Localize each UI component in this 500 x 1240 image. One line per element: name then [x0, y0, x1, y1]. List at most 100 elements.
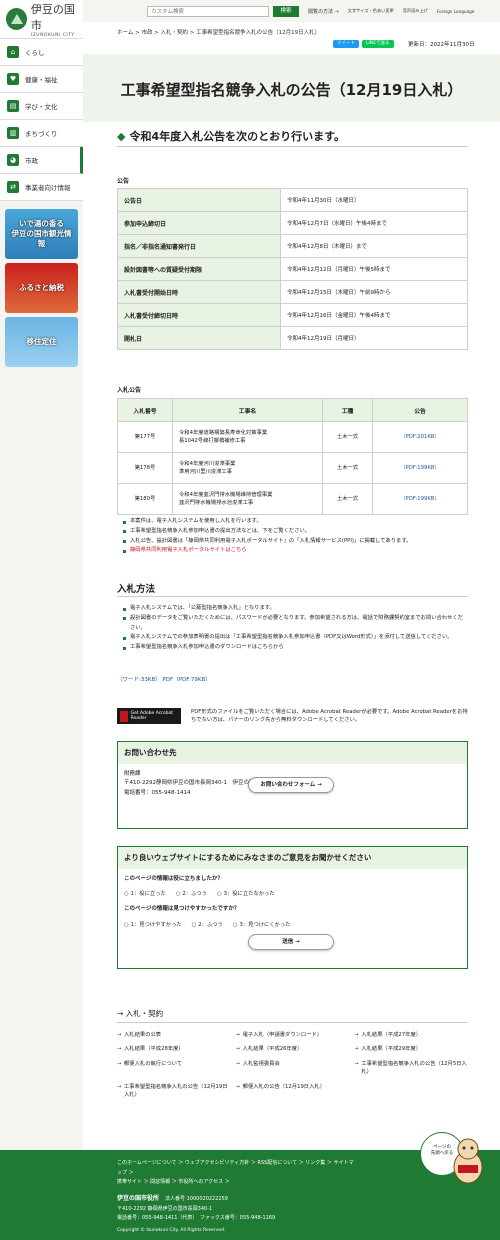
page-title: 工事希望型指名競争入札の公告（12月19日入札）: [120, 81, 463, 99]
site-logo[interactable]: 伊豆の国市 IZUNOKUNI CITY: [0, 0, 83, 38]
list-item: 入札公告、設計図書は「静岡県共同利用電子入札ポータルサイト」の「入札情報サービス…: [122, 537, 411, 547]
section-heading: 入札方法: [117, 584, 156, 595]
related-link[interactable]: 工事希望型指名競争入札の公告（12月5日入札）: [354, 1060, 468, 1077]
radio-normal[interactable]: 2：ふつう: [176, 890, 207, 899]
breadcrumb[interactable]: ホーム > 市政 > 入札・契約 > 工事希望型指名競争入札の公告（12月19日…: [117, 28, 320, 36]
survey-question-2: このページの情報は見つけやすかったですか？: [124, 906, 240, 913]
bid-type: 土木一式: [322, 483, 373, 515]
row-key: 公告日: [117, 188, 281, 212]
table-row: 参加申込締切日 令和4年12月7日（水曜日）午後4時まで: [117, 211, 468, 235]
bid-no: 第178号: [117, 452, 173, 484]
radio-not-useful[interactable]: 3：役に立たなかった: [217, 890, 275, 899]
bid-no: 第180号: [117, 483, 173, 515]
bid-pdf-link[interactable]: （PDF:201KB）: [372, 421, 468, 453]
list-item: 工事希望型指名競争入札参加申込書の提出方法などは、下をご覧ください。: [122, 527, 411, 537]
search-input[interactable]: カスタム検索: [147, 5, 269, 17]
house-icon: ⌂: [7, 46, 19, 58]
row-value: 令和4年12月19日（月曜日）: [280, 326, 468, 350]
table-row: 設計図書等への質疑受付期限 令和4年12月12日（月曜日）午後5時まで: [117, 257, 468, 281]
related-heading[interactable]: → 入札・契約: [117, 1008, 163, 1019]
notice-table: 公告日 令和4年11月30日（水曜日） 参加申込締切日 令和4年12月7日（水曜日）午…: [117, 188, 468, 350]
diamond-icon: ◆: [117, 130, 126, 143]
bid-name: 令和4年度韮沢門排水機場維持管理事業 韮沢門排水機場排水池浚渫工事: [172, 483, 323, 515]
bid-type: 土木一式: [322, 452, 373, 484]
site-name: 伊豆の国市: [30, 2, 75, 32]
radio-normal-2[interactable]: 2：ふつう: [192, 921, 223, 930]
copyright: Copyright © Izunokuni City. All Rights R…: [117, 1228, 226, 1233]
nav-item-town[interactable]: ▥ まちづくり: [0, 120, 83, 147]
nav-item-shisei[interactable]: ◕ 市政: [0, 147, 83, 174]
footer-links[interactable]: このホームページについて ＞ ウェブアクセシビリティ方針 ＞ RSS配信について…: [117, 1159, 357, 1188]
banner-furusato[interactable]: ふるさと納税: [5, 263, 78, 313]
related-link[interactable]: 入札監視委員会: [236, 1060, 350, 1077]
building-icon: ▥: [7, 127, 19, 139]
foreign-language-link[interactable]: Foreign Language: [437, 9, 475, 14]
updated-date: 更新日：2022年11月30日: [408, 42, 475, 48]
col-header: 公告: [372, 398, 468, 422]
survey-question-1: このページの情報は役に立ちましたか？: [124, 876, 223, 882]
radio-useful[interactable]: 1：役に立った: [124, 890, 166, 899]
contact-title: お問い合わせ先: [118, 742, 467, 764]
related-link[interactable]: 工事希望型指名競争入札の公告（12月19日入札）: [117, 1083, 231, 1100]
adobe-reader-banner[interactable]: Get Adobe Acrobat Reader: [117, 708, 181, 724]
row-value: 令和4年12月16日（金曜日）午後4時まで: [280, 303, 468, 327]
list-item: 本案件は、電子入札システムを使用し入札を行います。: [122, 517, 411, 527]
table-row: 公告日 令和4年11月30日（水曜日）: [117, 188, 468, 212]
download-links[interactable]: （ワード:33KB） PDF（PDF:79KB）: [117, 675, 211, 683]
line-button[interactable]: LINEで送る: [362, 40, 394, 48]
row-key: 設計図書等への質疑受付期限: [117, 257, 281, 281]
bid-type: 土木一式: [322, 421, 373, 453]
banner-tourism[interactable]: いで湯の香る 伊豆の国市観光情報: [5, 209, 78, 259]
bid-table: 入札番号 工事名 工種 公告 第177号 令和4年度道路構築長寿命化対策事業 長1…: [117, 398, 468, 515]
nav-item-learning[interactable]: ▤ 学び・文化: [0, 93, 83, 120]
divider: [117, 146, 468, 147]
radio-easy[interactable]: 1：見つけやすかった: [124, 921, 182, 930]
related-link[interactable]: 入札結果（平成26年度）: [236, 1045, 350, 1053]
footer-org: 伊豆の国市役所 法人番号 1000020222259 〒410-2292 静岡県伊…: [117, 1195, 276, 1221]
voice-link[interactable]: 音声読み上げ: [403, 8, 428, 14]
page-header: 工事希望型指名競争入札の公告（12月19日入札）: [83, 54, 500, 122]
text-size-link[interactable]: 文字サイズ・色あい変更: [348, 8, 394, 14]
related-link[interactable]: 郵便入札の公告（12月19日入札）: [236, 1083, 350, 1100]
bid-pdf-link[interactable]: （PDF:199KB）: [372, 452, 468, 484]
site-name-en: IZUNOKUNI CITY: [30, 32, 75, 38]
survey-title: より良いウェブサイトにするためにみなさまのご意見をお聞かせください: [118, 847, 467, 869]
mascot-icon: [453, 1138, 483, 1184]
nav-item-kurashi[interactable]: ⌂ くらし: [0, 39, 83, 66]
bid-name: 令和4年度河川浚渫事業 準用河川里川浚渫工事: [172, 452, 323, 484]
tweet-button[interactable]: ツイート: [333, 40, 359, 48]
contact-form-button[interactable]: お問い合わせフォーム →: [248, 777, 334, 793]
row-key: 指名／非指名通知書発行日: [117, 234, 281, 258]
notes-list: 本案件は、電子入札システムを使用し入札を行います。 工事希望型指名競争入札参加申…: [122, 517, 411, 556]
nav-item-business[interactable]: ⇄ 事業者向け情報: [0, 174, 83, 201]
submit-button[interactable]: 送信 →: [248, 934, 334, 950]
banner-iju[interactable]: 移住定住: [5, 317, 78, 367]
related-link[interactable]: 電子入札（申請書ダウンロード）: [236, 1031, 350, 1039]
bid-pdf-link[interactable]: （PDF:199KB）: [372, 483, 468, 515]
related-link[interactable]: 郵便入札の執行について: [117, 1060, 231, 1077]
list-item: 電子入札システムでの参加表明書の提出は「工事希望型指名競争入札参加申込書（PDF…: [123, 633, 466, 643]
pie-icon: ◕: [7, 154, 19, 166]
related-link[interactable]: 入札結果（平成28年度）: [117, 1045, 231, 1053]
browse-link[interactable]: 閲覧の方法 →: [308, 8, 339, 15]
nav-item-health[interactable]: ♥ 健康・福祉: [0, 66, 83, 93]
survey-box: より良いウェブサイトにするためにみなさまのご意見をお聞かせください このページの…: [117, 846, 468, 969]
handshake-icon: ⇄: [7, 181, 19, 193]
portal-link[interactable]: 静岡県共同利用電子入札ポータルサイトはこちら: [122, 546, 411, 556]
adobe-icon: [120, 710, 128, 722]
radio-hard[interactable]: 3：見つけにくかった: [233, 921, 290, 930]
related-link[interactable]: 入札結果の公表: [117, 1031, 231, 1039]
adobe-notice: Get Adobe Acrobat Reader PDF形式のファイルをご覧いた…: [117, 703, 468, 729]
table-row: 入札書受付締切日時 令和4年12月16日（金曜日）午後4時まで: [117, 303, 468, 327]
search-button[interactable]: 検索: [273, 5, 299, 17]
row-key: 入札書受付開始日時: [117, 280, 281, 304]
related-link[interactable]: 入札結果（平成27年度）: [354, 1031, 468, 1039]
global-nav: ⌂ くらし ♥ 健康・福祉 ▤ 学び・文化 ▥ まちづくり ◕ 市政 ⇄ 事業者向け情報: [0, 38, 83, 201]
related-link[interactable]: 入札結果（平成29年度）: [354, 1045, 468, 1053]
row-key: 開札日: [117, 326, 281, 350]
col-header: 工種: [322, 398, 373, 422]
lead-heading: ◆ 令和4年度入札公告を次のとおり行います。: [117, 130, 346, 143]
adobe-text: PDF形式のファイルをご覧いただく場合には、Adobe Acrobat Read…: [191, 708, 468, 723]
notice-label: 公告: [117, 178, 130, 185]
row-value: 令和4年12月7日（水曜日）午後4時まで: [280, 211, 468, 235]
